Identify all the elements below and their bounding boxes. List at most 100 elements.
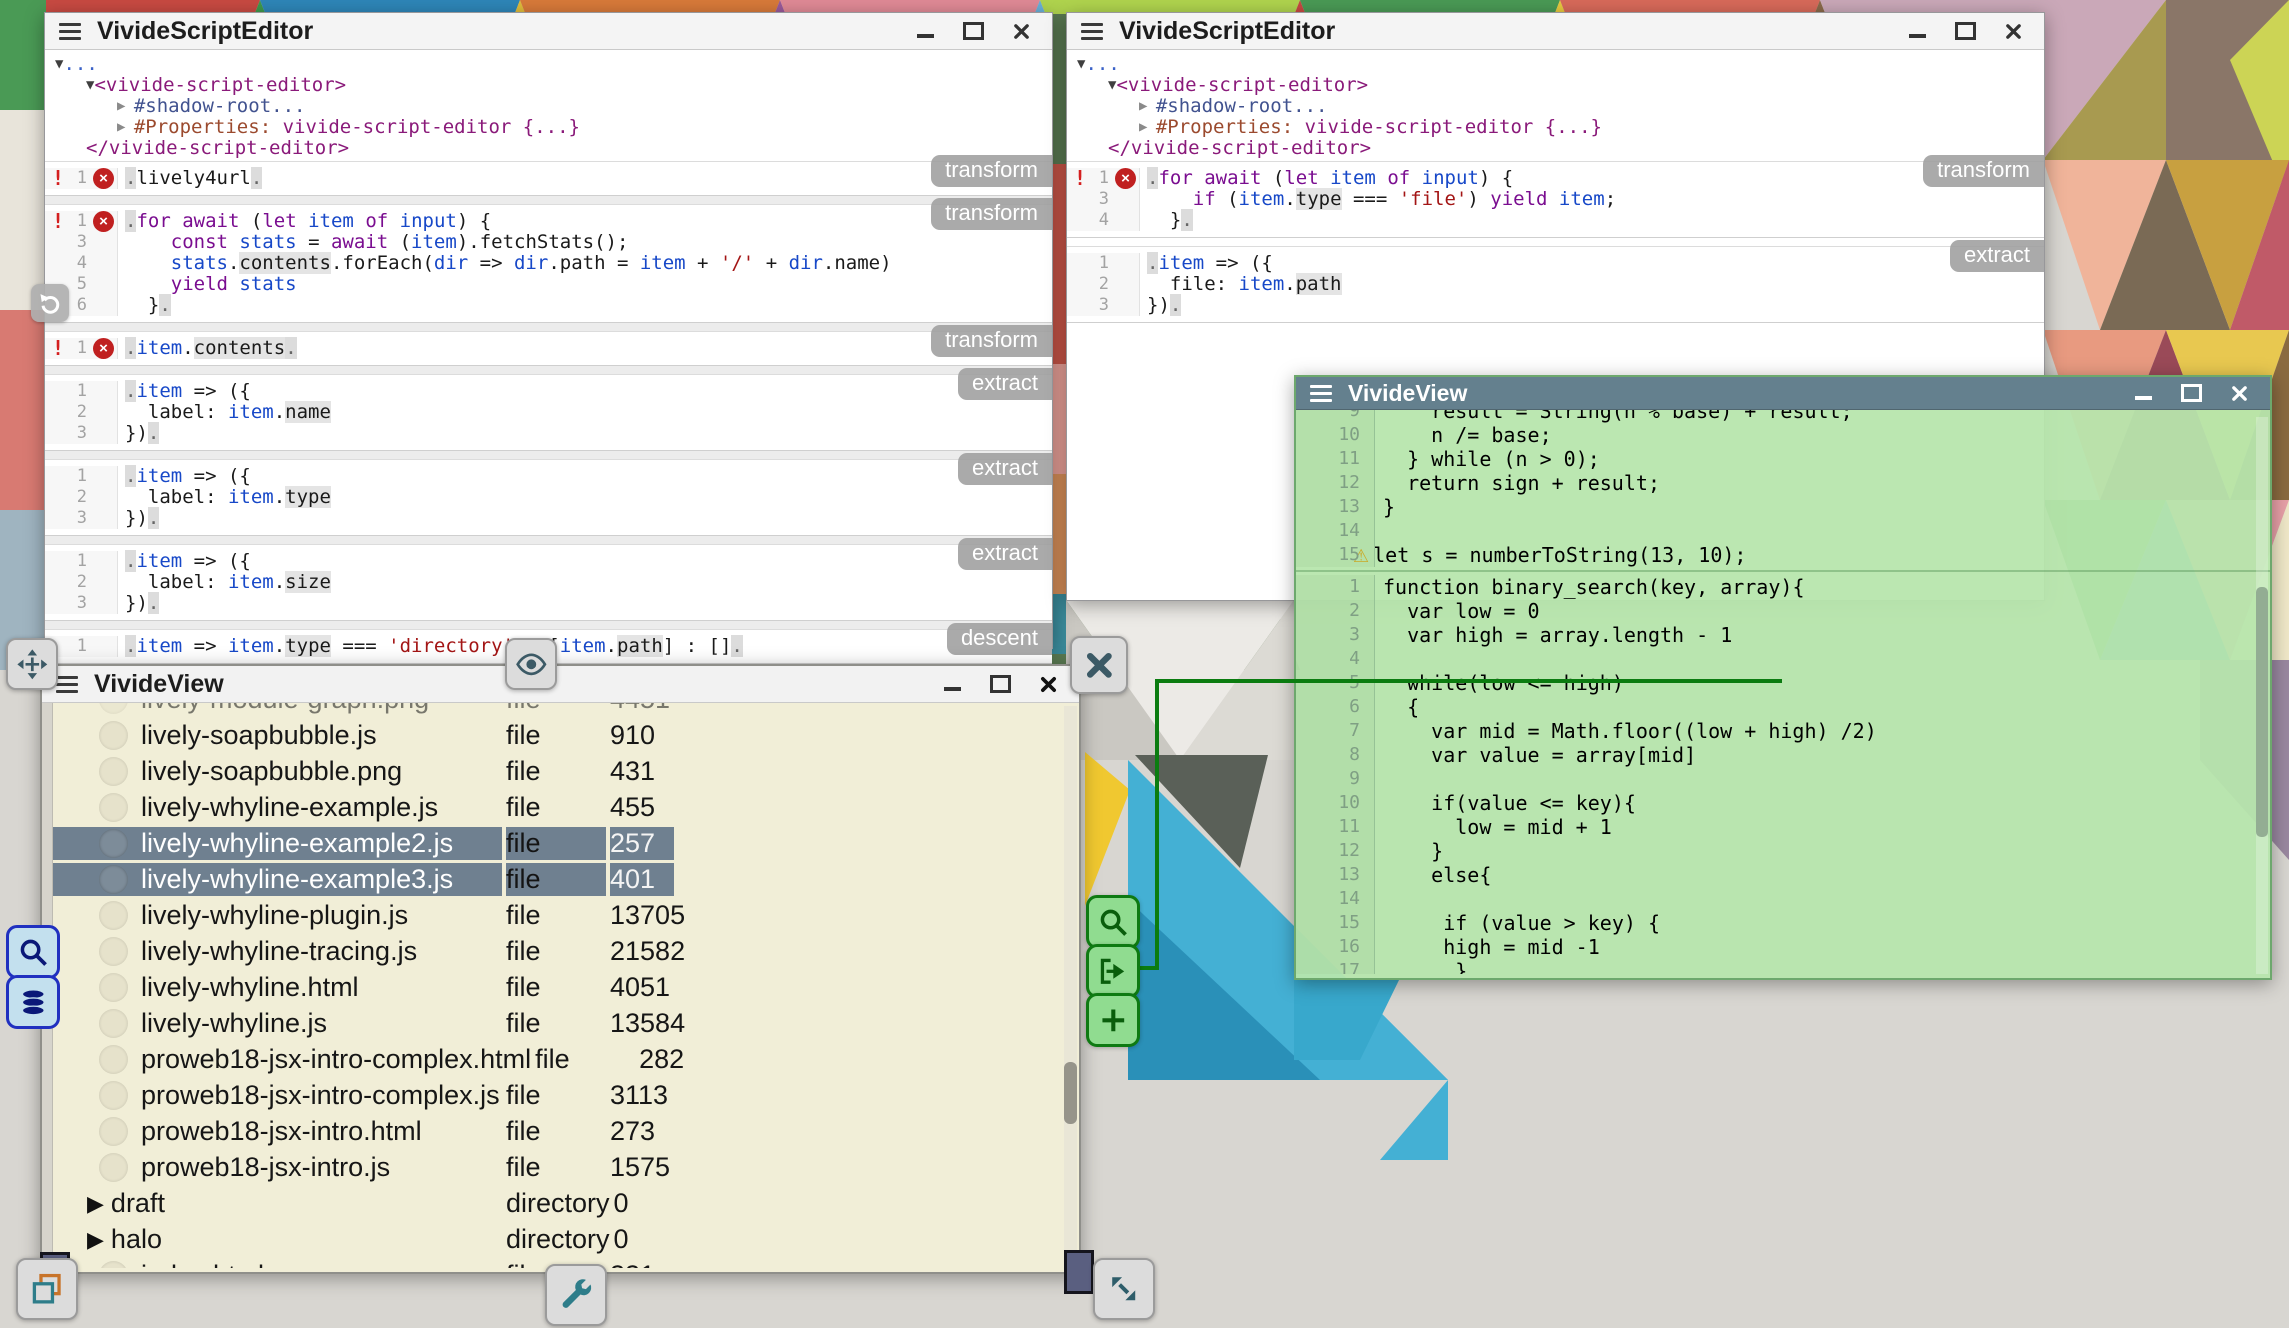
script-cell[interactable]: extract1.item => ({2 label: item.name3})…	[45, 374, 1052, 451]
code-line[interactable]: 2 var low = 0	[1296, 599, 2270, 623]
code-line[interactable]: !1×.lively4url.	[45, 168, 1052, 189]
maximize-button[interactable]	[962, 20, 984, 42]
configure-button[interactable]	[545, 1264, 607, 1326]
move-window-button[interactable]	[6, 638, 58, 690]
dom-tree-line[interactable]: ▶ #Properties: vivide-script-editor {...…	[45, 117, 1052, 138]
file-row[interactable]: lively-whyline.jsfile13584	[53, 1005, 1063, 1041]
file-row[interactable]: lively-module-graph.pngfile4451	[53, 703, 1063, 717]
code-line[interactable]: 4 }.	[1067, 210, 2044, 231]
code-line[interactable]: !1×.for await (let item of input) {	[45, 211, 1052, 232]
file-row[interactable]: proweb18-jsx-intro-complex.htmlfile282	[53, 1041, 1063, 1077]
code-line[interactable]: 2 file: item.path	[1067, 274, 2044, 295]
menu-icon[interactable]	[1310, 381, 1332, 406]
code-line[interactable]: 3}).	[1067, 295, 2044, 316]
dom-tree-line[interactable]: ▶ #shadow-root...	[45, 96, 1052, 117]
file-row[interactable]: proweb18-jsx-intro-complex.jsfile3113	[53, 1077, 1063, 1113]
titlebar[interactable]: VivideView	[42, 666, 1079, 703]
code-line[interactable]: 9	[1296, 767, 2270, 791]
file-row[interactable]: lively-whyline-example.jsfile455	[53, 789, 1063, 825]
file-row[interactable]: ▶halodirectory0	[53, 1221, 1063, 1257]
code-cell[interactable]: 1function binary_search(key, array){2 va…	[1296, 570, 2270, 974]
triangle-right-icon[interactable]: ▶	[87, 1188, 104, 1221]
code-line[interactable]: !1×.item.contents.	[45, 338, 1052, 359]
dom-tree-line[interactable]: </vivide-script-editor>	[1067, 138, 2044, 159]
file-row[interactable]: lively-whyline-example2.jsfile257	[53, 825, 1063, 861]
code-line[interactable]: 17 }	[1296, 959, 2270, 974]
minimize-button[interactable]	[2132, 382, 2154, 404]
code-line[interactable]: 3}).	[45, 423, 1052, 444]
titlebar[interactable]: VivideScriptEditor	[45, 13, 1052, 50]
search-source-button[interactable]	[6, 925, 60, 979]
titlebar[interactable]: VivideScriptEditor	[1067, 13, 2044, 50]
inspect-view-button[interactable]	[1086, 895, 1140, 949]
file-row[interactable]: lively-whyline-tracing.jsfile21582	[53, 933, 1063, 969]
menu-icon[interactable]	[1081, 19, 1103, 44]
code-line[interactable]: 10 n /= base;	[1296, 423, 2270, 447]
close-button[interactable]	[2228, 382, 2250, 404]
resize-grip[interactable]	[1064, 1250, 1094, 1294]
close-button[interactable]	[1010, 20, 1032, 42]
file-row[interactable]: lively-whyline.htmlfile4051	[53, 969, 1063, 1005]
code-line[interactable]: 11 } while (n > 0);	[1296, 447, 2270, 471]
file-row[interactable]: lively-soapbubble.pngfile431	[53, 753, 1063, 789]
code-line[interactable]: 5 yield stats	[45, 274, 1052, 295]
script-cell[interactable]: extract1.item => ({2 file: item.path3}).	[1067, 246, 2044, 323]
code-line[interactable]: 1function binary_search(key, array){	[1296, 575, 2270, 599]
preview-button[interactable]	[505, 638, 557, 690]
code-line[interactable]: 7 var mid = Math.floor((low + high) /2)	[1296, 719, 2270, 743]
maximize-button[interactable]	[2180, 382, 2202, 404]
code-line[interactable]: 2 label: item.name	[45, 402, 1052, 423]
code-line[interactable]: 2 label: item.type	[45, 487, 1052, 508]
code-line[interactable]: 10 if(value <= key){	[1296, 791, 2270, 815]
code-line[interactable]: 13}	[1296, 495, 2270, 519]
code-line[interactable]: 15⚠let s = numberToString(13, 10);	[1296, 543, 2270, 567]
code-line[interactable]: 3}).	[45, 593, 1052, 614]
add-view-button[interactable]	[1086, 993, 1140, 1047]
code-line[interactable]: 9 result = String(n % base) + result;	[1296, 410, 2270, 423]
code-line[interactable]: 3 if (item.type === 'file') yield item;	[1067, 189, 2044, 210]
scrollbar[interactable]	[2256, 417, 2268, 974]
dom-tree-line[interactable]: ▼...	[45, 54, 1052, 75]
code-line[interactable]: 11 low = mid + 1	[1296, 815, 2270, 839]
script-cell[interactable]: transform!1×.item.contents.	[45, 331, 1052, 366]
code-line[interactable]: 13 else{	[1296, 863, 2270, 887]
code-cell[interactable]: 9 result = String(n % base) + result;10 …	[1296, 410, 2270, 570]
script-cell[interactable]: extract1.item => ({2 label: item.size3})…	[45, 544, 1052, 621]
code-line[interactable]: 3 const stats = await (item).fetchStats(…	[45, 232, 1052, 253]
minimize-button[interactable]	[914, 20, 936, 42]
menu-icon[interactable]	[59, 19, 81, 44]
export-view-button[interactable]	[1086, 944, 1140, 998]
code-line[interactable]: !1×.for await (let item of input) {	[1067, 168, 2044, 189]
dom-tree-line[interactable]: ▶ #shadow-root...	[1067, 96, 2044, 117]
code-line[interactable]: 14	[1296, 887, 2270, 911]
code-line[interactable]: 4 stats.contents.forEach(dir => dir.path…	[45, 253, 1052, 274]
file-row[interactable]: lively-soapbubble.jsfile910	[53, 717, 1063, 753]
file-row[interactable]: proweb18-jsx-intro.htmlfile273	[53, 1113, 1063, 1149]
copy-button[interactable]	[16, 1258, 78, 1320]
script-cell[interactable]: transform!1×.for await (let item of inpu…	[1067, 161, 2044, 238]
script-cell[interactable]: transform!1×.lively4url.	[45, 161, 1052, 196]
titlebar[interactable]: VivideView	[1296, 377, 2270, 410]
minimize-button[interactable]	[1906, 20, 1928, 42]
resize-button[interactable]	[1093, 1258, 1155, 1320]
file-row[interactable]: proweb18-jsx-intro.jsfile1575	[53, 1149, 1063, 1185]
file-row[interactable]: lively-whyline-plugin.jsfile13705	[53, 897, 1063, 933]
maximize-button[interactable]	[1954, 20, 1976, 42]
code-line[interactable]: 5 while(low <= high)	[1296, 671, 2270, 695]
close-button[interactable]	[1037, 673, 1059, 695]
code-line[interactable]: 16 high = mid -1	[1296, 935, 2270, 959]
code-line[interactable]: 1.item => ({	[1067, 253, 2044, 274]
code-line[interactable]: 12 }	[1296, 839, 2270, 863]
maximize-button[interactable]	[989, 673, 1011, 695]
script-cell[interactable]: transform!1×.for await (let item of inpu…	[45, 204, 1052, 323]
code-line[interactable]: 1.item => ({	[45, 466, 1052, 487]
code-line[interactable]: 12 return sign + result;	[1296, 471, 2270, 495]
code-line[interactable]: 14	[1296, 519, 2270, 543]
dom-tree-line[interactable]: ▼<vivide-script-editor>	[45, 75, 1052, 96]
code-line[interactable]: 2 label: item.size	[45, 572, 1052, 593]
code-line[interactable]: 1.item => ({	[45, 381, 1052, 402]
code-line[interactable]: 8 var value = array[mid]	[1296, 743, 2270, 767]
code-line[interactable]: 1.item => ({	[45, 551, 1052, 572]
close-view-button[interactable]	[1070, 636, 1128, 694]
data-source-button[interactable]	[6, 975, 60, 1029]
